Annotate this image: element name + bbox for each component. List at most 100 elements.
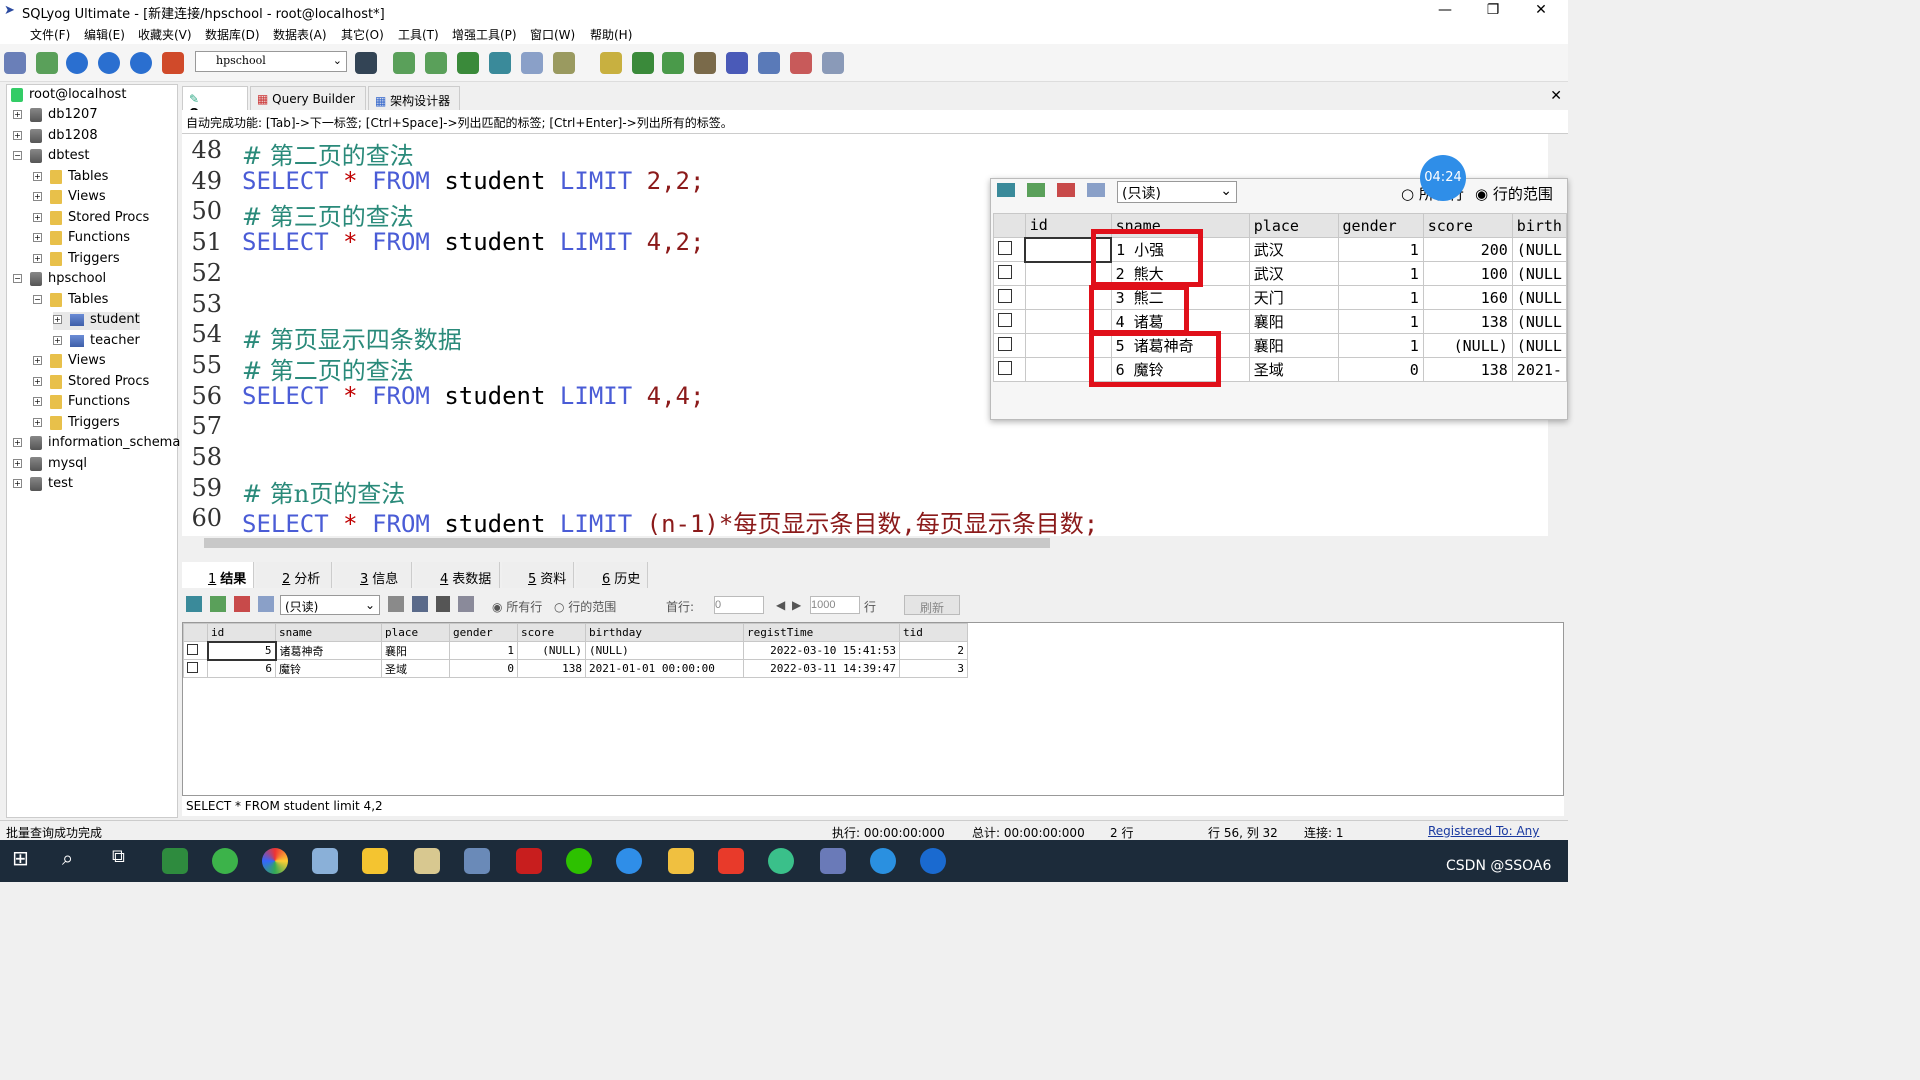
menu-database[interactable]: 数据库(D)	[205, 26, 260, 43]
table-cell[interactable]: 0	[449, 659, 518, 678]
expand-icon[interactable]: +	[13, 459, 22, 468]
header-cell[interactable]: tid	[899, 623, 968, 642]
copy-icon[interactable]	[210, 596, 226, 612]
remote-app-icon[interactable]	[464, 848, 490, 874]
export-icon[interactable]	[186, 596, 202, 612]
table-cell[interactable]: 诸葛神奇	[275, 641, 382, 660]
insert-icon[interactable]	[234, 596, 250, 612]
collapse-icon[interactable]: −	[13, 274, 22, 283]
menu-favorites[interactable]: 收藏夹(V)	[138, 26, 192, 43]
cancel-icon[interactable]	[458, 596, 474, 612]
table-cell[interactable]: 1	[449, 641, 518, 660]
expand-icon[interactable]: +	[33, 172, 42, 181]
checkbox-icon[interactable]	[187, 643, 198, 655]
tool-app-icon[interactable]	[414, 848, 440, 874]
designer-icon[interactable]	[822, 52, 844, 74]
tab-query[interactable]: ✎ Query	[182, 86, 248, 120]
excel-like-app-icon[interactable]	[162, 848, 188, 874]
tree-db-db1208[interactable]: + db1208	[13, 128, 98, 146]
user-icon[interactable]	[355, 52, 377, 74]
header-cell[interactable]: sname	[275, 623, 382, 642]
table-row[interactable]: 5 诸葛神奇 襄阳 1 (NULL) (NULL) 2022-03-10 15:…	[183, 640, 968, 661]
expand-icon[interactable]: +	[13, 438, 22, 447]
save-icon[interactable]	[388, 596, 404, 612]
tree-folder-procs[interactable]: + Stored Procs	[33, 374, 149, 392]
expand-icon[interactable]: +	[33, 233, 42, 242]
recorder-app-icon[interactable]	[516, 848, 542, 874]
table-cell[interactable]: 6	[207, 659, 276, 678]
menu-tools[interactable]: 工具(T)	[398, 26, 439, 43]
cloud-app-icon[interactable]	[870, 848, 896, 874]
tree-folder-views[interactable]: + Views	[33, 353, 106, 371]
timer-app-icon[interactable]	[768, 848, 794, 874]
tree-db-db1207[interactable]: + db1207	[13, 107, 98, 125]
checkbox-icon[interactable]	[187, 661, 198, 673]
chrome-icon[interactable]	[262, 848, 288, 874]
next-page-icon[interactable]: ▶	[792, 598, 801, 612]
k-app-icon[interactable]	[920, 848, 946, 874]
expand-icon[interactable]: +	[13, 110, 22, 119]
tree-table-student[interactable]: + student	[53, 312, 140, 330]
wechat-icon[interactable]	[566, 848, 592, 874]
migrate-icon[interactable]	[632, 52, 654, 74]
tree-table-teacher[interactable]: + teacher	[53, 333, 140, 351]
row-limit-input[interactable]	[810, 596, 860, 614]
close-button[interactable]: ✕	[1526, 2, 1556, 18]
grid-icon[interactable]	[521, 52, 543, 74]
expand-icon[interactable]: +	[33, 356, 42, 365]
expand-icon[interactable]: +	[33, 397, 42, 406]
execute-edit-icon[interactable]	[130, 52, 152, 74]
header-cell[interactable]: score	[517, 623, 586, 642]
create-table-icon[interactable]	[425, 52, 447, 74]
copy-db-icon[interactable]	[726, 52, 748, 74]
table-cell[interactable]: 2021-01-01 00:00:00	[585, 659, 744, 678]
schema-icon[interactable]	[553, 52, 575, 74]
maximize-button[interactable]: ❐	[1478, 2, 1508, 18]
expand-icon[interactable]: +	[53, 336, 62, 345]
table-cell[interactable]: 2022-03-10 15:41:53	[743, 641, 900, 660]
radio-row-range[interactable]: ○ 行的范围	[554, 598, 616, 615]
tree-db-hpschool[interactable]: − hpschool	[13, 271, 106, 289]
close-tab-icon[interactable]: ✕	[1550, 88, 1562, 104]
task-view-icon[interactable]: ⧉	[112, 846, 138, 872]
editor-horizontal-scrollbar[interactable]	[182, 536, 1548, 550]
scroll-thumb[interactable]	[204, 538, 1050, 548]
grid-icon[interactable]	[258, 596, 274, 612]
menu-other[interactable]: 其它(O)	[341, 26, 384, 43]
import-icon[interactable]	[489, 52, 511, 74]
tree-folder-procs[interactable]: + Stored Procs	[33, 210, 149, 228]
tree-folder-functions[interactable]: + Functions	[33, 394, 130, 412]
table-cell[interactable]: 襄阳	[381, 641, 450, 660]
sync-icon[interactable]	[600, 52, 622, 74]
table-cell[interactable]: 圣域	[381, 659, 450, 678]
radio-all-rows[interactable]: ◉ 所有行	[492, 598, 542, 615]
tab-table-data[interactable]: 4 表数据	[414, 562, 500, 588]
scheduler-icon[interactable]	[694, 52, 716, 74]
header-cell[interactable]: id	[207, 623, 276, 642]
file-explorer-icon[interactable]	[668, 848, 694, 874]
table-cell[interactable]: 2022-03-11 14:39:47	[743, 659, 900, 678]
search-icon[interactable]: ⌕	[62, 846, 88, 872]
expand-icon[interactable]: +	[13, 131, 22, 140]
header-cell[interactable]: gender	[449, 623, 518, 642]
refresh-button[interactable]: 刷新	[904, 595, 960, 615]
registered-link[interactable]: Registered To: Any	[1428, 824, 1539, 838]
table-cell[interactable]: 5	[206, 640, 277, 661]
collapse-icon[interactable]: −	[13, 151, 22, 160]
collapse-icon[interactable]: −	[33, 295, 42, 304]
new-query-icon[interactable]	[36, 52, 58, 74]
execute-all-icon[interactable]	[98, 52, 120, 74]
tree-folder-triggers[interactable]: + Triggers	[33, 415, 120, 433]
menu-help[interactable]: 帮助(H)	[590, 26, 632, 43]
table-cell[interactable]: 魔铃	[275, 659, 382, 678]
table-cell[interactable]: 3	[899, 659, 968, 678]
messenger-app-icon[interactable]	[616, 848, 642, 874]
table-cell[interactable]: 2	[899, 641, 968, 660]
header-cell[interactable]: birthday	[585, 623, 744, 642]
expand-icon[interactable]: +	[33, 192, 42, 201]
readonly-select[interactable]: (只读) ⌄	[280, 595, 380, 615]
expand-icon[interactable]: +	[53, 315, 62, 324]
report-icon[interactable]	[790, 52, 812, 74]
create-db-icon[interactable]	[393, 52, 415, 74]
tab-result[interactable]: 1 结果	[182, 562, 254, 588]
